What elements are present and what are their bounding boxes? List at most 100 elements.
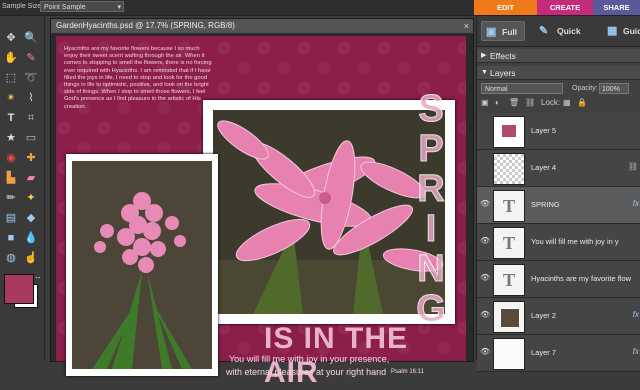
layer-thumbnail bbox=[493, 301, 525, 333]
layer-row[interactable]: Layer 5 bbox=[477, 113, 640, 150]
fx-icon[interactable]: fx bbox=[633, 199, 639, 208]
blur-tool-icon[interactable]: 💧 bbox=[22, 230, 40, 246]
document-window: GardenHyacinths.psd @ 17.7% (SPRING, RGB… bbox=[50, 18, 474, 389]
eraser-tool-icon[interactable]: ▰ bbox=[22, 170, 40, 186]
sample-size-value: Point Sample bbox=[44, 4, 86, 11]
layer-thumbnail bbox=[493, 153, 525, 185]
text-layer-thumbnail: T bbox=[493, 264, 525, 296]
fx-icon[interactable]: fx bbox=[633, 347, 639, 356]
verse-line-2: with eternal pleasures at your right han… bbox=[226, 367, 387, 377]
document-title-bar[interactable]: GardenHyacinths.psd @ 17.7% (SPRING, RGB… bbox=[51, 19, 473, 33]
lock-transparency-icon[interactable]: ▦ bbox=[563, 98, 571, 107]
new-layer-icon[interactable]: ▣ bbox=[481, 98, 489, 107]
link-icon: ⛓ bbox=[627, 162, 638, 171]
adjustment-layer-icon[interactable]: ◐ bbox=[495, 98, 500, 107]
zoom-tool-icon[interactable]: 🔍 bbox=[22, 30, 40, 46]
gradient-tool-icon[interactable]: ▤ bbox=[2, 210, 20, 226]
collapse-arrow-icon: ▼ bbox=[481, 69, 488, 76]
layer-name: You will fill me with joy in y bbox=[531, 237, 619, 246]
opacity-label: Opacity: bbox=[572, 85, 598, 92]
effects-label: Effects bbox=[490, 51, 516, 61]
smudge-tool-icon[interactable]: ☝ bbox=[22, 250, 40, 266]
eye-icon[interactable]: 👁 bbox=[480, 310, 490, 319]
full-edit-icon: ▣ bbox=[486, 26, 497, 38]
layer-row[interactable]: 👁 T Hyacinths are my favorite flow bbox=[477, 261, 640, 298]
hand-tool-icon[interactable]: ✋ bbox=[2, 50, 20, 66]
tab-quick[interactable]: ✎ Quick bbox=[535, 21, 581, 41]
tab-share[interactable]: SHARE bbox=[593, 0, 640, 15]
chevron-down-icon: ▾ bbox=[117, 4, 121, 11]
swap-colors-icon[interactable]: ↔ bbox=[34, 272, 42, 281]
hyacinth-plant-drawing bbox=[72, 161, 212, 369]
foreground-color-swatch[interactable] bbox=[4, 274, 34, 304]
close-icon[interactable]: × bbox=[464, 19, 469, 33]
layers-label: Layers bbox=[490, 68, 516, 78]
tab-guided[interactable]: ▦ Guided bbox=[603, 21, 640, 41]
lock-icon[interactable]: 🔒 bbox=[577, 98, 587, 107]
straighten-tool-icon[interactable]: ▭ bbox=[22, 130, 40, 146]
crop-tool-icon[interactable]: ⌗ bbox=[22, 110, 40, 126]
fx-icon[interactable]: fx bbox=[633, 310, 639, 319]
smart-brush-tool-icon[interactable]: ✦ bbox=[22, 190, 40, 206]
tab-full[interactable]: ▣ Full bbox=[481, 21, 525, 41]
brush-tool-icon[interactable]: ✏ bbox=[2, 190, 20, 206]
blend-mode-select[interactable]: Normal bbox=[481, 83, 563, 94]
healing-brush-tool-icon[interactable]: ✚ bbox=[22, 150, 40, 166]
layer-name: Layer 2 bbox=[531, 311, 557, 320]
layer-row[interactable]: 👁 Layer 2 fx bbox=[477, 298, 640, 335]
effects-section-header[interactable]: ▶ Effects bbox=[477, 49, 640, 63]
verse-line-1: You will fill me with joy in your presen… bbox=[229, 354, 390, 364]
tab-create[interactable]: CREATE bbox=[537, 0, 593, 15]
sponge-tool-icon[interactable]: ◍ bbox=[2, 250, 20, 266]
red-eye-tool-icon[interactable]: ◉ bbox=[2, 150, 20, 166]
tab-edit[interactable]: EDIT bbox=[474, 0, 537, 15]
eye-icon[interactable]: 👁 bbox=[480, 199, 490, 208]
link-layers-icon[interactable]: ⛓ bbox=[525, 98, 535, 107]
hyacinth-plant-photo bbox=[66, 154, 218, 376]
shape-tool-icon[interactable]: ■ bbox=[2, 230, 20, 246]
journal-text: Hyacinths are my favorite flowers becaus… bbox=[64, 46, 212, 110]
sample-size-select[interactable]: Point Sample ▾ bbox=[40, 1, 124, 12]
layer-row[interactable]: Layer 4 ⛓ bbox=[477, 150, 640, 187]
layer-tools: ▣ ◐ 🗑 ⛓ Lock: ▦ 🔒 bbox=[481, 98, 637, 110]
eye-icon[interactable]: 👁 bbox=[480, 273, 490, 282]
marquee-tool-icon[interactable]: ⬚ bbox=[2, 70, 20, 86]
text-layer-thumbnail: T bbox=[493, 227, 525, 259]
tab-guided-label: Guided bbox=[623, 26, 640, 36]
clone-stamp-tool-icon[interactable]: ▙ bbox=[2, 170, 20, 186]
eye-icon[interactable]: 👁 bbox=[480, 347, 490, 356]
expand-arrow-icon: ▶ bbox=[481, 52, 487, 59]
selection-brush-tool-icon[interactable]: ⌇ bbox=[22, 90, 40, 106]
move-tool-icon[interactable]: ✥ bbox=[2, 30, 20, 46]
layer-row-selected[interactable]: 👁 T SPRING fx bbox=[477, 187, 640, 224]
layers-section-header[interactable]: ▼ Layers bbox=[477, 66, 640, 80]
toolbox: ✥ 🔍 ✋ ✎ ⬚ ➰ ✴ ⌇ T ⌗ ★ ▭ ◉ ✚ ▙ ▰ ✏ ✦ ▤ ◆ … bbox=[0, 16, 45, 360]
layer-row[interactable]: 👁 Layer 7 fx bbox=[477, 335, 640, 372]
layer-name: SPRING bbox=[531, 200, 560, 209]
layer-thumbnail bbox=[493, 116, 525, 148]
document-canvas[interactable]: Hyacinths are my favorite flowers becaus… bbox=[56, 36, 466, 389]
sample-size-label: Sample Size: bbox=[2, 3, 44, 10]
type-tool-icon[interactable]: T bbox=[2, 110, 20, 126]
layer-name: Layer 5 bbox=[531, 126, 557, 135]
lasso-tool-icon[interactable]: ➰ bbox=[22, 70, 40, 86]
opacity-field[interactable]: 100% bbox=[599, 83, 629, 94]
paint-bucket-tool-icon[interactable]: ◆ bbox=[22, 210, 40, 226]
lock-label: Lock: bbox=[541, 98, 561, 107]
layer-name: Layer 4 bbox=[531, 163, 557, 172]
layer-row[interactable]: 👁 T You will fill me with joy in y bbox=[477, 224, 640, 261]
blend-mode-value: Normal bbox=[485, 86, 508, 93]
text-layer-thumbnail: T bbox=[493, 190, 525, 222]
delete-layer-icon[interactable]: 🗑 bbox=[509, 98, 519, 107]
eye-icon[interactable]: 👁 bbox=[480, 236, 490, 245]
verse-reference: Psalm 16:11 bbox=[391, 369, 424, 375]
layer-name: Layer 7 bbox=[531, 348, 557, 357]
document-title: GardenHyacinths.psd @ 17.7% (SPRING, RGB… bbox=[56, 21, 235, 30]
tab-quick-label: Quick bbox=[557, 26, 581, 36]
magic-wand-tool-icon[interactable]: ✴ bbox=[2, 90, 20, 106]
eyedropper-tool-icon[interactable]: ✎ bbox=[22, 50, 40, 66]
spring-title-text: SPRING bbox=[416, 88, 447, 330]
layer-thumbnail bbox=[493, 338, 525, 370]
cookie-cutter-tool-icon[interactable]: ★ bbox=[2, 130, 20, 146]
panel-bin: ▣ Full ✎ Quick ▦ Guided ▶ Effects ▼ Laye… bbox=[476, 16, 640, 372]
